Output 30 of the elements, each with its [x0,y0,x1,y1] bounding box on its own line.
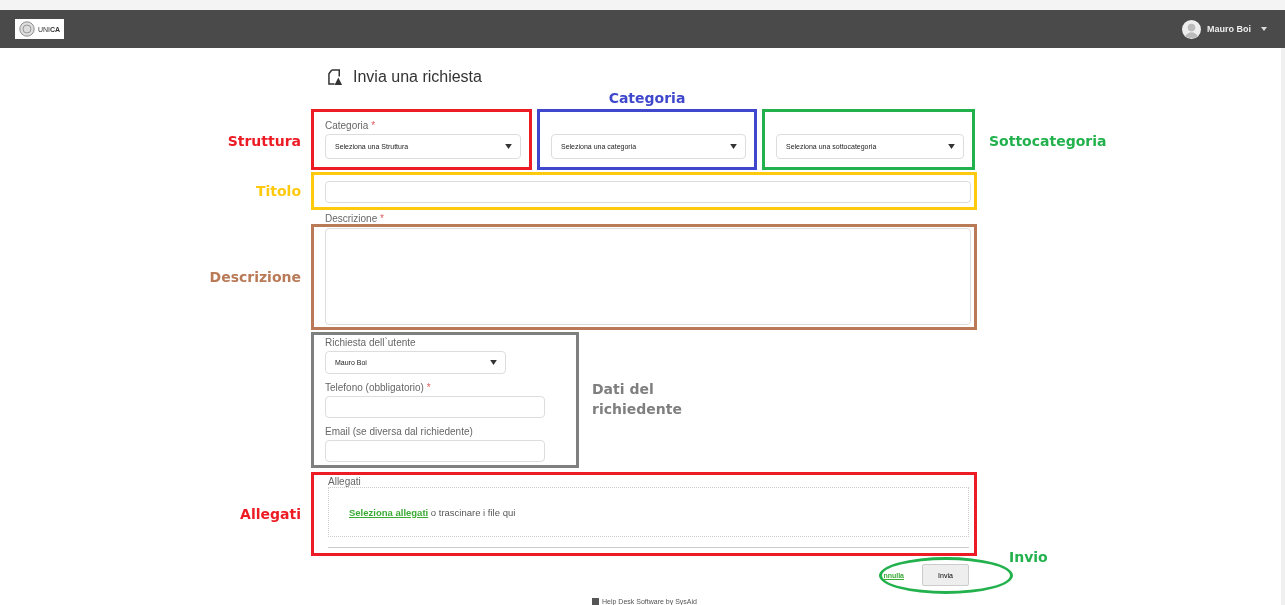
caret-icon[interactable] [1261,27,1267,31]
field-label: Telefono (obbligatorio) * [325,382,432,393]
annotation-label: Allegati [240,506,301,522]
user-name[interactable]: Mauro Boi [1207,24,1251,34]
caret-icon [948,144,955,149]
text-input[interactable] [325,440,545,462]
drop-zone[interactable]: Seleziona allegati o trascinare i file qui [328,487,969,537]
annotation-label: Sottocategoria [989,133,1107,149]
annotation-label: Dati del richiedente [592,379,683,419]
annotation-label: Descrizione [209,269,301,285]
field-label: Categoria * [325,120,376,131]
annotation-label: Struttura [227,133,301,149]
field-label: Descrizione * [324,213,385,224]
field-label: Richiesta dell`utente [325,337,417,348]
avatar-icon[interactable] [1182,19,1201,39]
drop-hint: Seleziona allegati o trascinare i file qui [349,506,516,518]
caret-icon [490,360,497,365]
seal-icon [19,21,35,37]
annotation-label: Categoria [608,90,686,106]
field-label: Allegati [328,476,362,487]
document-icon [328,68,343,86]
annotation-label: Invio [1009,549,1048,565]
annotation-label: Titolo [255,183,301,199]
logo-icon [592,598,599,605]
field-label: Email (se diversa dal richiedente) [325,426,474,437]
title-input[interactable] [325,181,971,203]
page-title: Invia una richiesta [353,68,482,86]
caret-icon [730,144,737,149]
caret-icon [505,144,512,149]
text-input[interactable] [325,396,545,418]
